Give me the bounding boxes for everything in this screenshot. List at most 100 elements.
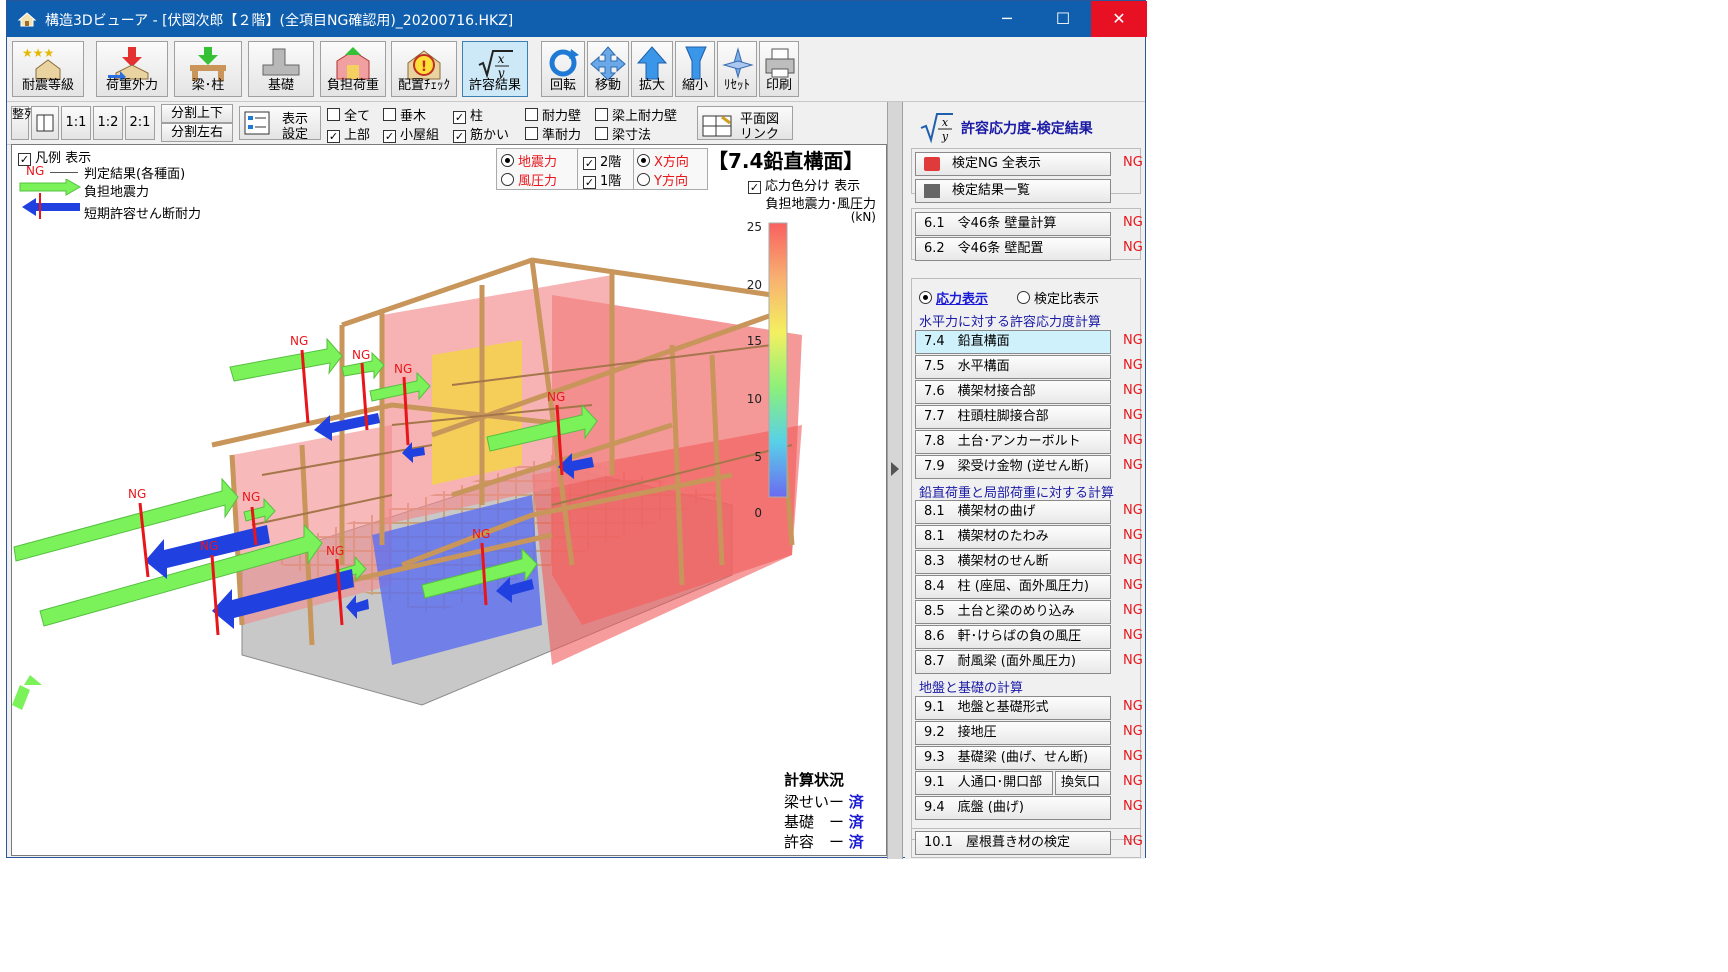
check-column[interactable]: ✓ 柱 xyxy=(453,105,483,124)
calc-item-8-1a[interactable]: 8.1 横架材の曲げ xyxy=(915,500,1111,524)
svg-text:x: x xyxy=(498,52,505,66)
placement-check-button[interactable]: ! 配置ﾁｪｯｸ xyxy=(391,41,457,97)
split-horizontal-button[interactable]: 分割左右 xyxy=(161,123,233,142)
ratio-1-2-button[interactable]: 1:2 xyxy=(93,106,123,140)
calc-item-8-7[interactable]: 8.7 耐風梁 (面外風圧力) xyxy=(915,650,1111,674)
floor2-check[interactable]: ✓ 2階 xyxy=(583,151,621,170)
radio-ratio-display[interactable]: 検定比表示 xyxy=(1017,288,1099,307)
calc-item-8-3[interactable]: 8.3 横架材のせん断 xyxy=(915,550,1111,574)
maximize-button[interactable]: ☐ xyxy=(1035,1,1091,37)
sqrt-formula-icon: x y xyxy=(920,113,953,144)
calc-item-8-6[interactable]: 8.6 軒･けらばの負の風圧 xyxy=(915,625,1111,649)
legend-judgement: 判定結果(各種面) xyxy=(84,167,186,182)
calc-item-7-4[interactable]: 7.4 鉛直構面 xyxy=(915,330,1111,354)
calc-item-8-1b[interactable]: 8.1 横架材のたわみ xyxy=(915,525,1111,549)
zoom-in-button[interactable]: 拡大 xyxy=(631,41,673,97)
radio-stress-display[interactable]: 応力表示 xyxy=(919,288,988,307)
checkbox[interactable] xyxy=(383,108,396,121)
panel-splitter[interactable] xyxy=(887,102,903,859)
wall-item-6-2[interactable]: 6.2 令46条 壁配置 xyxy=(915,237,1111,261)
legend-shear: 短期許容せん断耐力 xyxy=(84,207,202,222)
calc-item-7-9[interactable]: 7.9 梁受け金物 (逆せん断) xyxy=(915,455,1111,479)
floor1-check[interactable]: ✓ 1階 xyxy=(583,170,621,189)
beam-column-button[interactable]: 梁･柱 xyxy=(174,41,242,97)
minimize-button[interactable]: ─ xyxy=(979,1,1035,37)
check-beam-shear-wall[interactable]: 梁上耐力壁 xyxy=(595,105,677,124)
calc-item-9-1[interactable]: 9.1 地盤と基礎形式 xyxy=(915,696,1111,720)
radio-button[interactable] xyxy=(637,173,650,186)
result-list-button[interactable]: 検定結果一覧 xyxy=(915,179,1111,203)
structure-3d-model[interactable]: NG NG NG NG NG NG NG NG NG 25 20 15 10 5… xyxy=(12,145,886,855)
check-shear-wall[interactable]: 耐力壁 xyxy=(525,105,581,124)
checkbox[interactable]: ✓ xyxy=(748,181,761,194)
rotate-button[interactable]: 回転 xyxy=(541,41,585,97)
check-semi-bearing[interactable]: 準耐力 xyxy=(525,124,581,143)
collapse-arrow-icon[interactable] xyxy=(891,462,899,476)
checkbox[interactable]: ✓ xyxy=(453,130,466,143)
seismic-grade-button[interactable]: ★★★ 耐震等級 xyxy=(12,41,84,97)
check-brace[interactable]: ✓ 筋かい xyxy=(453,124,509,143)
wall-item-6-1[interactable]: 6.1 令46条 壁量計算 xyxy=(915,212,1111,236)
calc-item-9-3[interactable]: 9.3 基礎梁 (曲げ、せん断) xyxy=(915,746,1111,770)
arrange-button[interactable]: 整列 xyxy=(11,106,36,140)
calc-row-value: 済 xyxy=(848,813,864,831)
radio-y-direction[interactable]: Y方向 xyxy=(637,170,688,189)
checkbox[interactable]: ✓ xyxy=(383,130,396,143)
close-button[interactable]: ✕ xyxy=(1091,1,1147,37)
check-upper[interactable]: ✓ 上部 xyxy=(327,124,370,143)
check-roof-frame[interactable]: ✓ 小屋組 xyxy=(383,124,439,143)
calc-item-9-1-opening[interactable]: 9.1 人通口･開口部 xyxy=(915,771,1053,795)
scale-tick: 20 xyxy=(747,278,762,292)
checkbox[interactable] xyxy=(525,108,538,121)
checkbox[interactable] xyxy=(595,108,608,121)
calc-item-8-4[interactable]: 8.4 柱 (座屈、面外風圧力) xyxy=(915,575,1111,599)
ratio-2-1-button[interactable]: 2:1 xyxy=(125,106,155,140)
calc-item-8-5[interactable]: 8.5 土台と梁のめり込み xyxy=(915,600,1111,624)
checkbox[interactable]: ✓ xyxy=(583,157,596,170)
calc-item-7-7[interactable]: 7.7 柱頭柱脚接合部 xyxy=(915,405,1111,429)
check-rafter[interactable]: 垂木 xyxy=(383,105,426,124)
layout-icon-button[interactable] xyxy=(31,106,59,140)
3d-viewport[interactable]: NG NG NG NG NG NG NG NG NG 25 20 15 10 5… xyxy=(11,144,887,856)
legend-seismic: 負担地震力 xyxy=(84,185,150,200)
reset-button[interactable]: ﾘｾｯﾄ xyxy=(717,41,757,97)
ratio-1-1-button[interactable]: 1:1 xyxy=(61,106,91,140)
checkbox[interactable]: ✓ xyxy=(327,130,340,143)
scale-tick: 10 xyxy=(747,392,762,406)
foundation-button[interactable]: 基礎 xyxy=(248,41,314,97)
scale-tick: 15 xyxy=(747,334,762,348)
calc-item-9-4[interactable]: 9.4 底盤 (曲げ) xyxy=(915,796,1111,820)
display-settings-button[interactable]: 表示 設定 xyxy=(239,106,321,142)
load-external-button[interactable]: 荷重外力 xyxy=(96,41,168,97)
calc-item-7-5[interactable]: 7.5 水平構面 xyxy=(915,355,1111,379)
split-vertical-button[interactable]: 分割上下 xyxy=(161,104,233,123)
radio-wind[interactable]: 風圧力 xyxy=(501,170,557,189)
radio-button[interactable] xyxy=(501,173,514,186)
checkbox[interactable] xyxy=(595,127,608,140)
checkbox[interactable]: ✓ xyxy=(453,111,466,124)
calc-item-9-2[interactable]: 9.2 接地圧 xyxy=(915,721,1111,745)
allowable-result-button[interactable]: x y 許容結果 xyxy=(462,41,528,97)
zoom-out-button[interactable]: 縮小 xyxy=(675,41,715,97)
radio-button[interactable] xyxy=(637,154,650,167)
plan-link-button[interactable]: 平面図 リンク xyxy=(697,106,793,142)
radio-x-direction[interactable]: X方向 xyxy=(637,151,689,170)
ng-all-button[interactable]: 検定NG 全表示 xyxy=(915,152,1111,176)
move-button[interactable]: 移動 xyxy=(587,41,629,97)
stress-color-toggle[interactable]: ✓ 応力色分け 表示 xyxy=(748,175,860,194)
radio-button[interactable] xyxy=(501,154,514,167)
check-all[interactable]: 全て xyxy=(327,105,370,124)
radio-button[interactable] xyxy=(919,291,932,304)
radio-seismic[interactable]: 地震力 xyxy=(501,151,557,170)
checkbox[interactable] xyxy=(525,127,538,140)
calc-item-10-1[interactable]: 10.1 屋根葺き材の検定 xyxy=(915,831,1111,855)
print-button[interactable]: 印刷 xyxy=(759,41,799,97)
calc-item-7-8[interactable]: 7.8 土台･アンカーボルト xyxy=(915,430,1111,454)
calc-item-7-6[interactable]: 7.6 横架材接合部 xyxy=(915,380,1111,404)
radio-button[interactable] xyxy=(1017,291,1030,304)
checkbox[interactable] xyxy=(327,108,340,121)
checkbox[interactable]: ✓ xyxy=(583,176,596,189)
burden-load-button[interactable]: 負担荷重 xyxy=(320,41,386,97)
ventilation-button[interactable]: 換気口 xyxy=(1055,771,1111,795)
check-beam-size[interactable]: 梁寸法 xyxy=(595,124,651,143)
